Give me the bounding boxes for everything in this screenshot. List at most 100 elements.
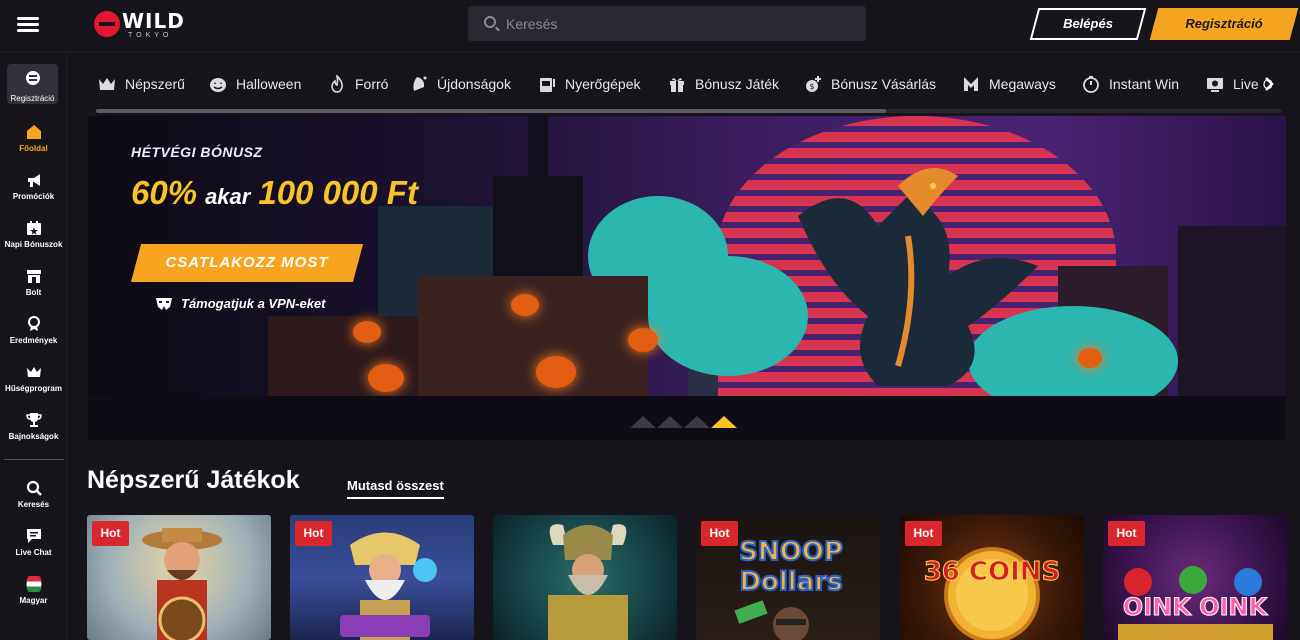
join-now-label: CSATLAKOZZ MOST — [165, 254, 329, 271]
sidebar-item-search[interactable]: Keresés — [0, 480, 67, 524]
section-title: Népszerű Játékok — [87, 466, 300, 494]
chevron-right-icon[interactable] — [1263, 77, 1275, 91]
banner-headline: 60% akar 100 000 Ft — [131, 174, 418, 212]
home-icon — [26, 125, 41, 139]
join-now-button[interactable]: CSATLAKOZZ MOST — [130, 244, 364, 282]
sidebar-item-language[interactable]: Magyar — [0, 576, 67, 620]
search-icon — [26, 480, 42, 496]
game-card[interactable] — [493, 515, 677, 640]
search-box[interactable] — [468, 6, 866, 41]
category-label: Népszerű — [125, 76, 185, 92]
menu-icon[interactable] — [17, 17, 39, 33]
top-bar: WILD TOKYO Belépés Regisztráció — [0, 0, 1300, 52]
svg-text:Dollars: Dollars — [739, 567, 842, 597]
game-card[interactable]: SNOOP Dollars Hot — [696, 515, 880, 640]
pumpkin-decoration — [628, 328, 658, 352]
megaways-icon — [964, 77, 978, 91]
register-icon — [25, 71, 40, 85]
game-card[interactable]: 36 COINS Hot — [900, 515, 1084, 640]
sidebar-item-promotions[interactable]: Promóciók — [0, 172, 67, 216]
logo-subtext: TOKYO — [128, 32, 173, 39]
register-button[interactable]: Regisztráció — [1149, 8, 1299, 40]
show-all-link[interactable]: Mutasd összest — [347, 478, 444, 499]
category-label: Forró — [355, 76, 389, 92]
sidebar-register-label: Regisztráció — [10, 94, 55, 103]
mask-icon — [156, 298, 172, 310]
pumpkin-decoration — [536, 356, 576, 388]
category-label: Bónusz Vásárlás — [831, 76, 937, 92]
sidebar-item-tournaments[interactable]: Bajnokságok — [0, 412, 67, 456]
banner-label: HÉTVÉGI BÓNUSZ — [131, 144, 263, 160]
hungary-flag-icon — [26, 576, 41, 592]
oink-pigs-illustration: OINK OINK — [1118, 566, 1273, 640]
banner-percent: 60% — [131, 174, 198, 211]
banner-connector: akar — [205, 184, 251, 209]
promo-banner[interactable]: HÉTVÉGI BÓNUSZ 60% akar 100 000 Ft CSATLAK… — [88, 116, 1286, 440]
category-scrollbar-thumb[interactable] — [96, 109, 886, 113]
pumpkin-decoration — [511, 294, 539, 316]
stopwatch-icon — [1083, 76, 1099, 93]
sidebar-register-button[interactable]: Regisztráció — [7, 64, 58, 104]
fisherman-illustration — [142, 528, 222, 640]
gift-icon — [670, 78, 684, 92]
sidebar-item-shop[interactable]: Bolt — [0, 268, 67, 312]
game-card[interactable]: OINK OINK Hot — [1103, 515, 1287, 640]
sidebar-item-label: Napi Bónuszok — [4, 240, 63, 249]
category-nav: Népszerű Halloween Forró Újdonságok Nyer… — [96, 66, 1280, 106]
login-button[interactable]: Belépés — [1029, 8, 1147, 40]
svg-text:$: $ — [809, 82, 814, 91]
sidebar-item-label: Promóciók — [12, 192, 55, 201]
sidebar-item-label: Főoldal — [19, 144, 48, 153]
hot-badge: Hot — [92, 521, 129, 546]
category-label: Bónusz Játék — [695, 76, 780, 92]
banner-house — [268, 316, 418, 406]
medal-icon — [27, 316, 40, 331]
sidebar: Regisztráció Főoldal Promóciók Napi Bónu… — [0, 52, 67, 640]
slide-indicator[interactable] — [684, 416, 710, 428]
sidebar-item-achievements[interactable]: Eredmények — [0, 316, 67, 360]
slide-indicator[interactable] — [657, 416, 683, 428]
category-label: Nyerőgépek — [565, 76, 641, 92]
pumpkin-icon — [210, 78, 226, 92]
search-input[interactable] — [506, 6, 856, 41]
shop-icon — [26, 270, 41, 283]
register-button-label: Regisztráció — [1185, 16, 1263, 31]
slot-machine-icon — [540, 78, 555, 92]
sidebar-item-label: Live Chat — [15, 548, 52, 557]
banner-pagination — [630, 416, 740, 432]
megaphone-icon — [27, 174, 40, 187]
snoop-dollars-illustration: SNOOPDollars — [734, 536, 844, 640]
sidebar-item-live-chat[interactable]: Live Chat — [0, 528, 67, 572]
slide-indicator-active[interactable] — [711, 416, 737, 428]
logo-text: WILD — [122, 9, 185, 33]
chat-icon — [26, 529, 41, 543]
category-label: Újdonságok — [437, 76, 511, 92]
vpn-support: Támogatjuk a VPN-eket — [156, 296, 376, 314]
category-label: Instant Win — [1109, 76, 1180, 92]
crown-icon — [26, 367, 41, 377]
game-title: 36 COINS — [923, 557, 1061, 588]
slide-indicator[interactable] — [630, 416, 656, 428]
search-icon — [484, 16, 496, 28]
hot-badge: Hot — [1108, 521, 1145, 546]
flame-icon — [331, 75, 343, 93]
category-scrollbar[interactable] — [96, 109, 1282, 113]
logo-mark-icon — [94, 11, 120, 37]
hot-badge: Hot — [701, 521, 738, 546]
logo[interactable]: WILD TOKYO — [94, 9, 189, 41]
sidebar-item-daily-bonuses[interactable]: Napi Bónuszok — [0, 220, 67, 264]
category-label: Halloween — [236, 76, 302, 92]
zeus-illustration — [340, 532, 437, 640]
sidebar-item-label: Bolt — [25, 288, 42, 297]
game-card[interactable]: Hot — [290, 515, 474, 640]
svg-text:OINK OINK: OINK OINK — [1123, 593, 1269, 621]
vpn-text: Támogatjuk a VPN-eket — [181, 296, 326, 311]
sidebar-item-label: Bajnokságok — [8, 432, 59, 441]
banner-cloud — [648, 256, 808, 376]
viking-illustration — [548, 524, 628, 640]
dragon-illustration — [798, 168, 1038, 386]
trophy-icon — [25, 413, 42, 427]
sidebar-item-home[interactable]: Főoldal — [0, 124, 67, 168]
sidebar-item-loyalty[interactable]: Hűségprogram — [0, 364, 67, 408]
game-card[interactable]: Hot — [87, 515, 271, 640]
